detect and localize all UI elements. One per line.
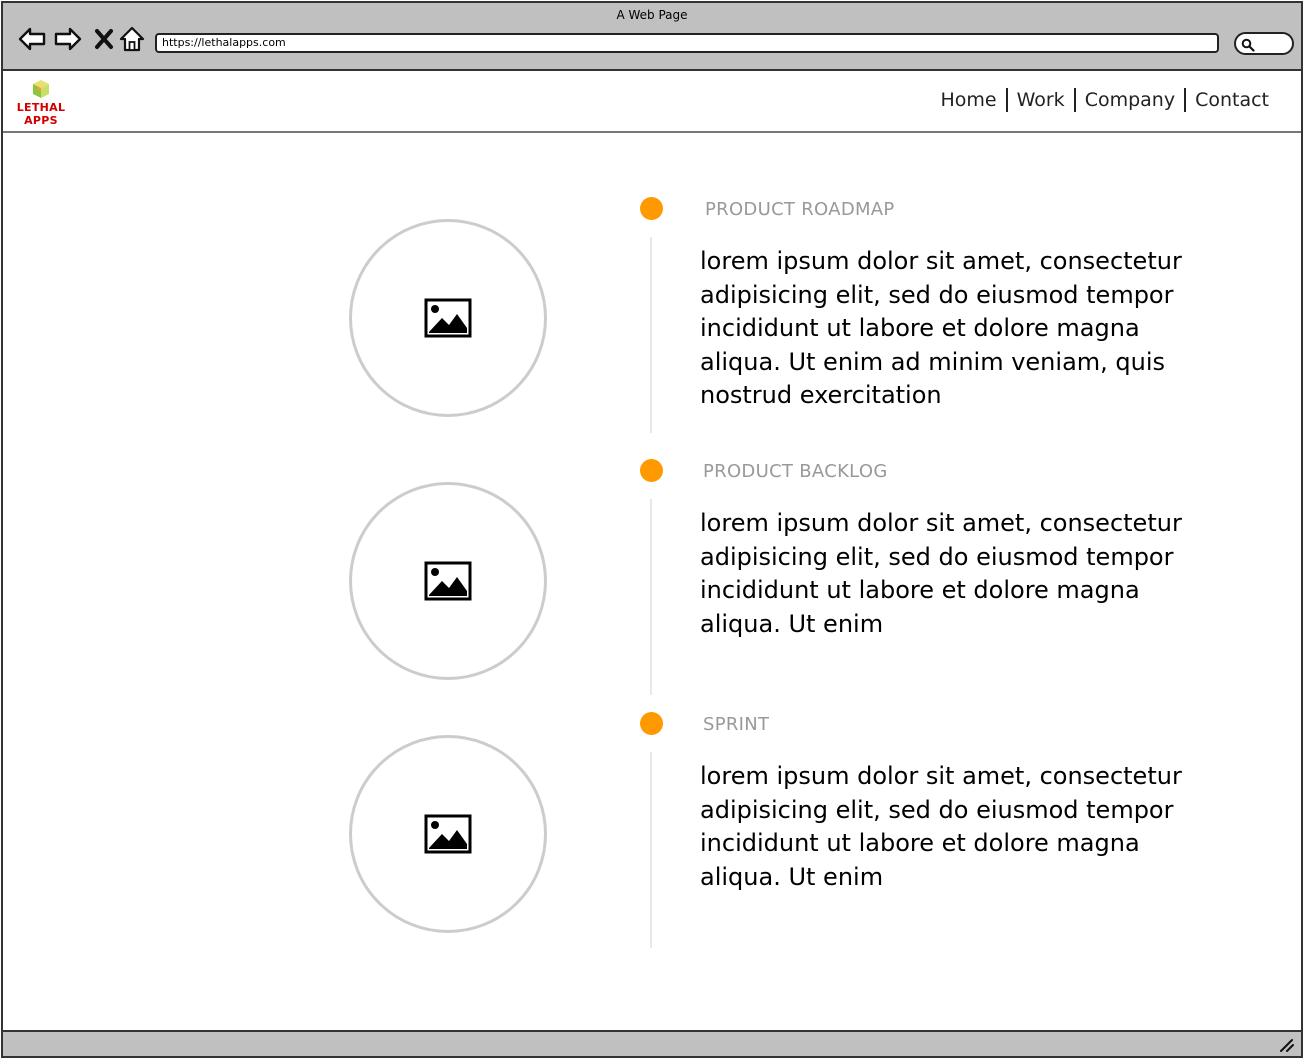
search-icon (1241, 38, 1255, 52)
close-icon[interactable] (89, 24, 119, 54)
site-header: LETHAL APPS Home Work Company Contact (3, 71, 1301, 133)
resize-grip-icon[interactable] (1279, 1038, 1295, 1052)
nav-link-contact[interactable]: Contact (1186, 88, 1271, 112)
window-title: A Web Page (616, 8, 688, 22)
cube-logo-icon (33, 80, 49, 98)
logo-line-2: APPS (24, 114, 58, 127)
main-nav: Home Work Company Contact (931, 88, 1271, 112)
image-placeholder-icon (424, 814, 472, 854)
nav-link-home[interactable]: Home (931, 88, 1005, 112)
timeline-dot (640, 197, 663, 220)
timeline-line (650, 752, 652, 948)
logo-line-1: LETHAL (16, 101, 66, 114)
forward-arrow-icon[interactable] (53, 24, 83, 54)
logo-wordmark: LETHAL APPS (15, 101, 67, 127)
url-field[interactable]: https://lethalapps.com (155, 33, 1219, 53)
image-placeholder-icon (424, 298, 472, 338)
timeline-dot (640, 712, 663, 735)
nav-link-company[interactable]: Company (1076, 88, 1184, 112)
timeline: PRODUCT ROADMAP lorem ipsum dolor sit am… (3, 133, 1301, 1033)
step-title: PRODUCT ROADMAP (705, 199, 895, 220)
status-bar (3, 1030, 1301, 1056)
timeline-dot (640, 459, 663, 482)
search-field[interactable] (1234, 32, 1294, 55)
image-placeholder-icon (424, 561, 472, 601)
step-description: lorem ipsum dolor sit amet, consectetur … (700, 247, 1182, 409)
step-title: PRODUCT BACKLOG (703, 461, 888, 482)
browser-window: A Web Page https://lethalapps.com LETHAL… (1, 1, 1303, 1058)
step-description: lorem ipsum dolor sit amet, consectetur … (700, 509, 1182, 638)
timeline-line (650, 237, 652, 433)
step-title: SPRINT (703, 714, 770, 735)
browser-chrome: A Web Page https://lethalapps.com (3, 3, 1301, 71)
home-icon[interactable] (117, 24, 147, 54)
step-image-placeholder (349, 482, 547, 680)
step-image-placeholder (349, 219, 547, 417)
brand-logo[interactable]: LETHAL APPS (15, 79, 67, 129)
step-image-placeholder (349, 735, 547, 933)
timeline-line (650, 499, 652, 695)
step-description: lorem ipsum dolor sit amet, consectetur … (700, 762, 1182, 891)
nav-link-work[interactable]: Work (1008, 88, 1074, 112)
back-arrow-icon[interactable] (17, 24, 47, 54)
